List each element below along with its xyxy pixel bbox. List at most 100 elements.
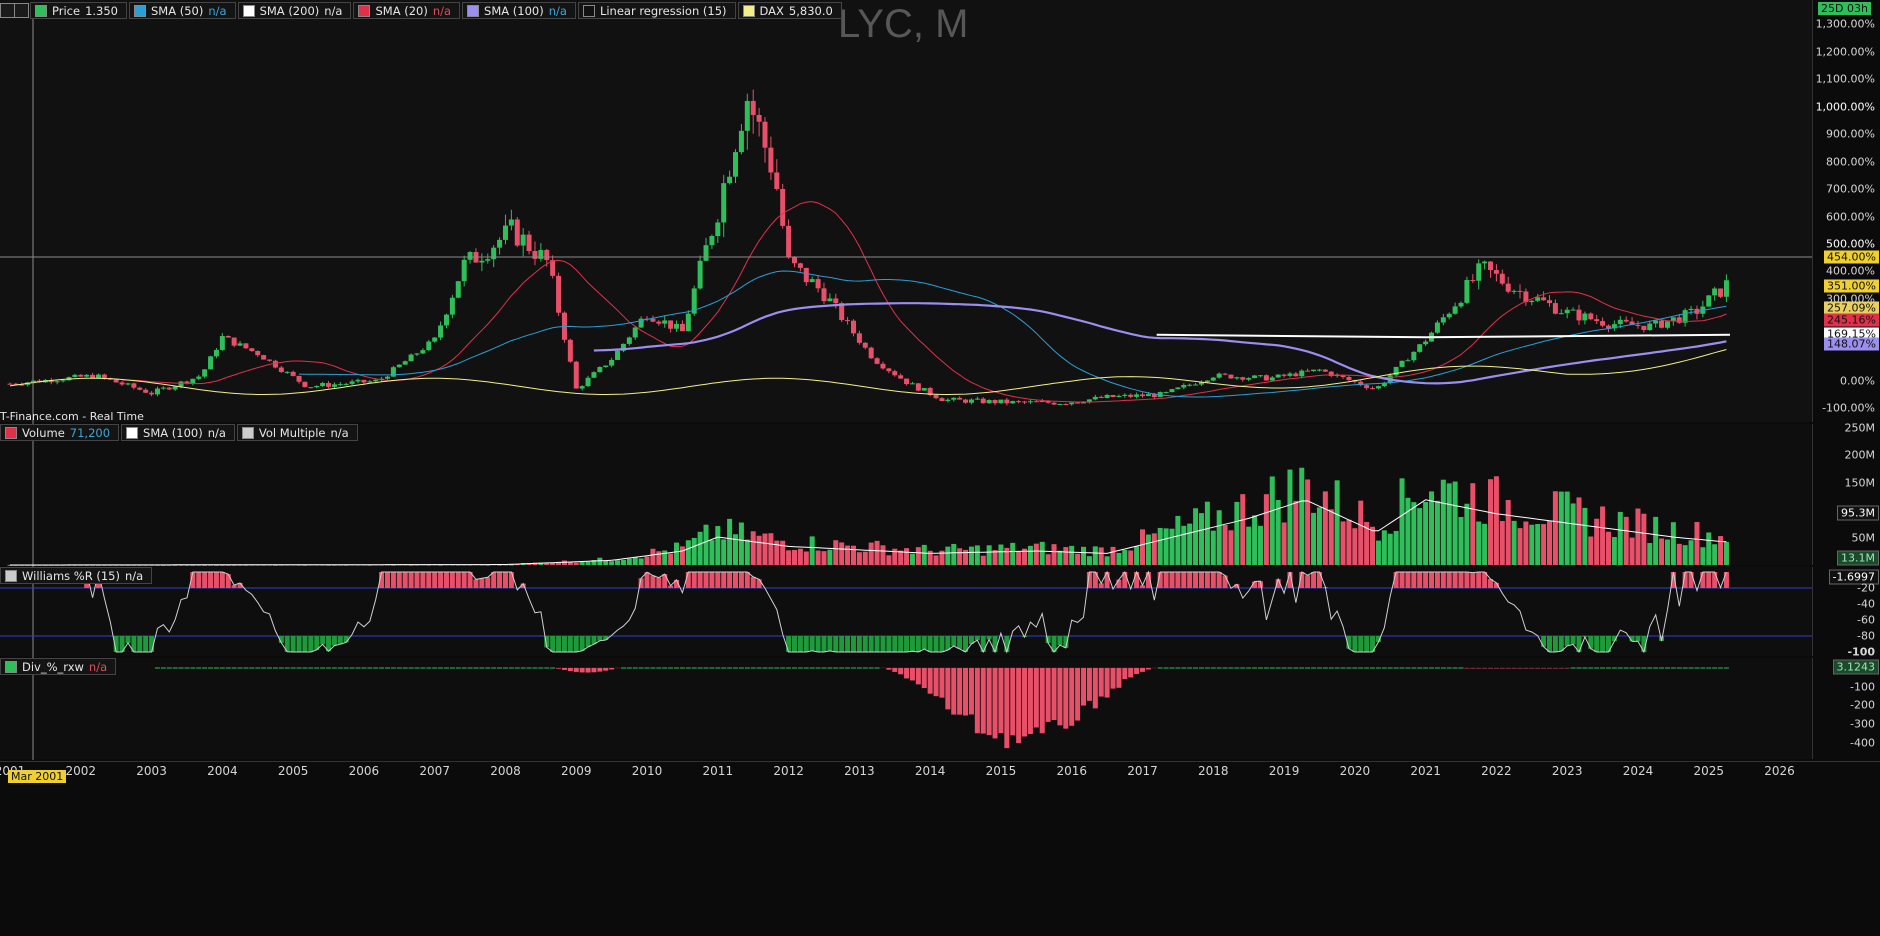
volume-bar [1169,528,1175,565]
legend-item[interactable]: SMA (100) n/a [462,2,576,19]
volume-bar [933,555,939,565]
volume-bar [1676,543,1682,565]
legend-item[interactable]: SMA (200) n/a [237,2,352,19]
div-bar [485,667,491,669]
volume-bar [1110,546,1116,565]
williams-oversold-fill [957,636,963,649]
williams-overbought-fill [1163,572,1169,588]
div-bar [815,667,821,669]
legend-item[interactable]: DAX 5,830.0 [737,2,842,19]
legend-swatch [134,4,146,17]
div-bar [455,667,461,669]
div-bar [721,667,727,669]
price-candle [874,358,880,364]
williams-oversold-fill [1352,636,1358,652]
div-bar [1057,667,1063,726]
div-bar [951,667,957,715]
div-bar [1004,667,1010,749]
price-candle [632,327,638,338]
williams-oversold-fill [573,636,579,652]
legend-label: DAX [759,3,784,18]
legend-item[interactable]: Vol Multiple n/a [236,424,358,441]
div-bar [1535,667,1541,669]
legend-item[interactable]: Div_%_rxw n/a [0,658,117,675]
div-bar [1605,667,1611,669]
legend-item[interactable]: SMA (50) n/a [129,2,236,19]
div-bar [668,667,674,669]
close-chart-icon[interactable] [0,3,15,18]
price-candle [1440,317,1446,323]
price-candle [237,343,243,346]
price-candle [1458,302,1464,307]
legend-label: SMA (100) [143,425,203,440]
williams-oversold-fill [1600,636,1606,652]
price-candle [532,250,538,259]
volume-bar [1098,547,1104,565]
chart-canvas[interactable] [0,0,1880,936]
div-bar [909,667,915,681]
williams-overbought-fill [1316,572,1322,588]
div-bar [1234,667,1240,669]
price-candle [1022,401,1028,403]
williams-overbought-fill [414,572,420,588]
volume-bar [1700,547,1706,565]
price-candle [1546,300,1552,304]
volume-bar [1234,501,1240,565]
price-candle [1712,288,1718,296]
price-candle [1240,377,1246,380]
div-bar [662,667,668,669]
volume-bar [980,555,986,565]
volume-bar [791,549,797,565]
div-bar [1482,667,1488,669]
williams-overbought-fill [426,572,432,588]
volume-bar [668,553,674,565]
div-bar [166,667,172,669]
div-bar [1246,667,1252,669]
div-bar [432,667,438,669]
chart-window[interactable]: 1,300.00% 1,200.00% 1,100.00% 1,000.00% 900.… [0,0,1880,936]
volume-bar [1541,524,1547,565]
legend-item[interactable]: Linear regression (15) [577,2,736,19]
div-bar [768,667,774,669]
volume-bar [974,545,980,565]
williams-oversold-fill [809,636,815,651]
price-candle [850,320,856,334]
div-bar [361,667,367,669]
div-bar [1252,667,1258,669]
williams-overbought-fill [1476,572,1482,588]
div-bar [762,667,768,669]
williams-overbought-fill [438,572,444,588]
volume-bar [561,560,567,565]
restore-chart-icon[interactable] [14,3,29,18]
div-bar [402,667,408,669]
volume-bar [1016,551,1022,565]
volume-bar [1222,525,1228,565]
volume-bar [1281,522,1287,565]
legend-item[interactable]: Price 1.350 [30,2,127,19]
div-bar [626,667,632,669]
price-candle [786,225,792,258]
legend-item[interactable]: SMA (100) n/a [121,424,235,441]
price-candle [355,379,361,382]
volume-bar [697,531,703,565]
div-bar [939,667,945,698]
price-candle [154,388,160,395]
williams-overbought-fill [202,572,208,588]
williams-oversold-fill [320,636,326,645]
legend-item[interactable]: SMA (20) n/a [353,2,461,19]
volume-bar [874,540,880,565]
div-bar [1340,667,1346,669]
div-bar [213,667,219,669]
legend-item[interactable]: Volume 71,200 [0,424,120,441]
div-bar [850,667,856,669]
price-candle [1535,297,1541,301]
volume-bar [1405,497,1411,565]
price-candle [1405,360,1411,362]
williams-overbought-fill [697,572,703,588]
div-bar [679,667,685,669]
legend-item[interactable]: Williams %R (15) n/a [0,567,153,584]
williams-oversold-fill [951,636,957,647]
volume-bar [638,558,644,565]
volume-bar [1517,528,1523,565]
price-candle [1399,360,1405,367]
